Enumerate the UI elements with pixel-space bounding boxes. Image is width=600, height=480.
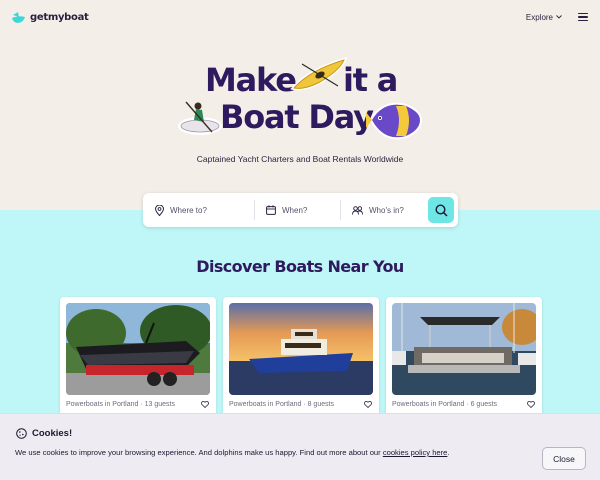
when-field[interactable]: When? xyxy=(254,193,340,227)
explore-menu[interactable]: Explore xyxy=(526,13,562,22)
headline-it-a: it a xyxy=(343,61,398,99)
hero-section: Make it a Boat Day Captained Yacht Chart… xyxy=(0,34,600,210)
listing-photo xyxy=(229,303,373,395)
heart-icon[interactable] xyxy=(201,401,209,408)
fish-sticker-icon xyxy=(366,102,423,140)
kayak-sticker-icon xyxy=(290,56,348,91)
location-pin-icon xyxy=(155,204,164,216)
cookie-message: We use cookies to improve your browsing … xyxy=(15,448,450,457)
headline-boat-day: Boat Day xyxy=(220,98,374,136)
site-header: getmyboat Explore xyxy=(0,0,600,34)
headline-make: Make xyxy=(205,61,297,99)
explore-label: Explore xyxy=(525,12,553,22)
brand-name: getmyboat xyxy=(30,11,89,23)
hamburger-menu-icon[interactable] xyxy=(578,13,588,21)
logo-icon xyxy=(12,11,25,23)
listing-card[interactable]: Powerboats in Portland · 8 guests xyxy=(223,297,379,427)
section-title: Discover Boats Near You xyxy=(196,257,404,276)
listing-meta: Powerboats in Portland · 13 guests xyxy=(66,401,175,408)
cookie-title: Cookies! xyxy=(16,428,72,439)
listing-meta: Powerboats in Portland · 8 guests xyxy=(229,401,335,408)
cookie-message-text: We use cookies to improve your browsing … xyxy=(15,448,381,457)
listing-card[interactable]: Powerboats in Portland · 13 guests xyxy=(60,297,216,427)
search-button[interactable] xyxy=(428,197,454,223)
where-field[interactable]: Where to? xyxy=(143,193,254,227)
guests-icon xyxy=(352,205,363,215)
heart-icon[interactable] xyxy=(364,401,372,408)
search-bar: Where to? When? Who's in? xyxy=(143,193,458,227)
chevron-down-icon xyxy=(556,15,562,19)
heart-icon[interactable] xyxy=(527,401,535,408)
paddleboard-sticker-icon xyxy=(178,101,222,135)
listing-photo xyxy=(66,303,210,395)
logo[interactable]: getmyboat xyxy=(12,11,89,24)
who-placeholder: Who's in? xyxy=(369,205,404,215)
listing-meta: Powerboats in Portland · 6 guests xyxy=(392,401,498,408)
cookie-icon xyxy=(16,428,27,439)
where-placeholder: Where to? xyxy=(170,205,207,215)
search-icon xyxy=(434,203,448,217)
listing-card[interactable]: Powerboats in Portland · 6 guests xyxy=(386,297,542,427)
calendar-icon xyxy=(266,205,276,215)
cookie-banner: Cookies! We use cookies to improve your … xyxy=(0,413,600,480)
when-placeholder: When? xyxy=(282,205,308,215)
hero-tagline: Captained Yacht Charters and Boat Rental… xyxy=(196,154,404,164)
cookie-title-text: Cookies! xyxy=(32,428,73,439)
close-button[interactable]: Close xyxy=(542,447,586,470)
listing-photo xyxy=(392,303,536,395)
cookie-message-suffix: . xyxy=(447,448,450,457)
cookie-policy-link[interactable]: cookies policy here xyxy=(383,448,448,457)
who-field[interactable]: Who's in? xyxy=(340,193,426,227)
